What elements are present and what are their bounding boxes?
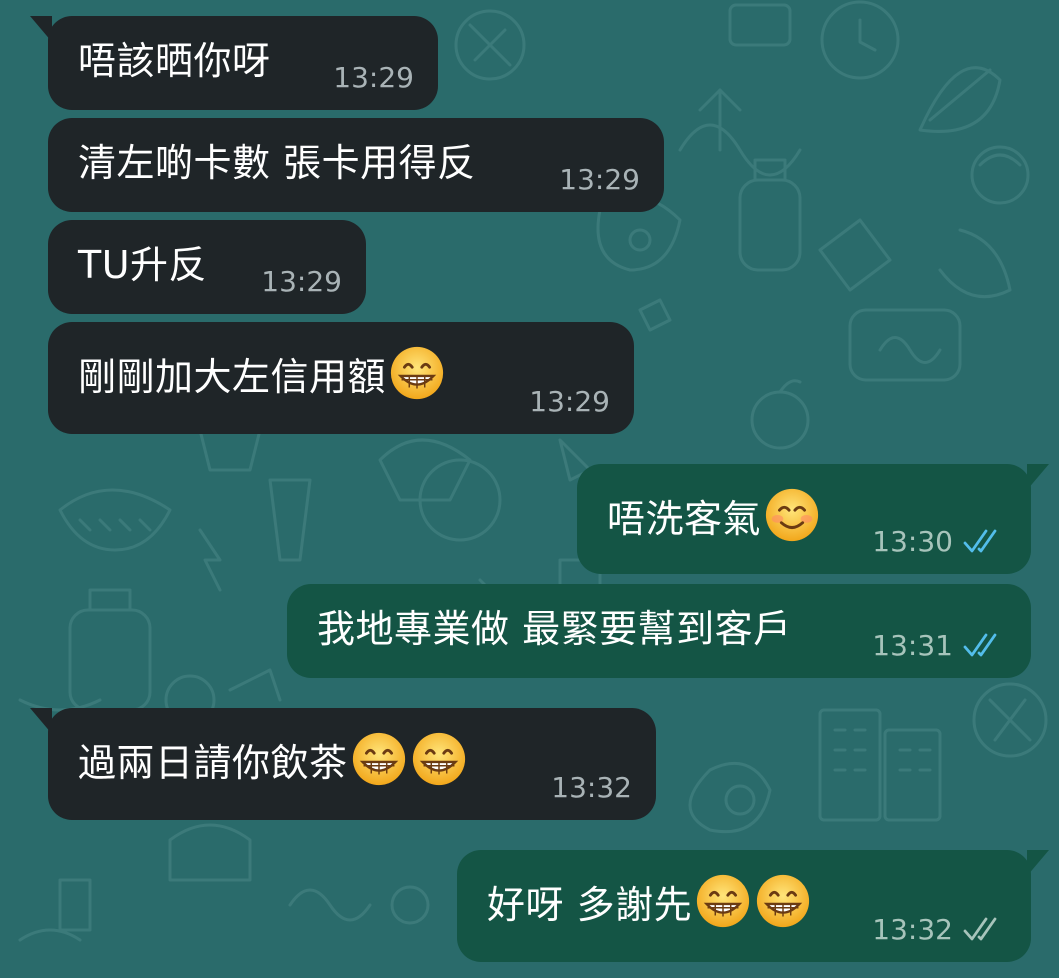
message-time: 13:29 — [559, 163, 640, 196]
smiling-face-emoji — [765, 488, 819, 542]
message-time: 13:30 — [872, 525, 953, 558]
message-bubble[interactable]: 唔洗客氣 13:30 — [577, 464, 1049, 574]
message-time: 13:29 — [529, 385, 610, 418]
message-text: 過兩日請你飲茶 — [78, 741, 348, 785]
message-time: 13:29 — [333, 61, 414, 94]
double-check-icon — [963, 529, 997, 552]
double-check-icon — [963, 917, 997, 940]
message-text: TU升反 — [78, 243, 208, 287]
message-meta: 13:31 — [872, 629, 1007, 662]
message-bubble[interactable]: TU升反 13:29 — [48, 220, 366, 314]
grinning-face-emoji — [696, 874, 750, 928]
message-meta: 13:29 — [559, 163, 640, 196]
message-text-row: 唔洗客氣 — [607, 486, 821, 544]
message-meta: 13:29 — [529, 385, 610, 418]
grinning-face-emoji — [412, 732, 465, 786]
message-text-row: 好呀 多謝先 — [487, 872, 812, 930]
message-text: 好呀 多謝先 — [487, 883, 693, 927]
bubble-tail — [30, 16, 52, 42]
message-meta: 13:29 — [333, 61, 414, 94]
double-check-icon — [963, 633, 997, 656]
message-text: 我地專業做 最緊要幫到客戶 — [317, 607, 792, 651]
bubble-tail — [1027, 850, 1049, 876]
message-bubble[interactable]: 剛剛加大左信用額 13:29 — [48, 322, 634, 434]
message-bubble[interactable]: 唔該晒你呀 13:29 — [30, 16, 438, 110]
message-bubble[interactable]: 我地專業做 最緊要幫到客戶 13:31 — [287, 584, 1031, 678]
grinning-face-emoji — [756, 874, 810, 928]
message-time: 13:31 — [872, 629, 953, 662]
message-time: 13:32 — [872, 913, 953, 946]
message-text-row: 過兩日請你飲茶 — [78, 730, 468, 788]
message-text: 唔洗客氣 — [607, 497, 762, 541]
grinning-face-emoji — [352, 732, 405, 786]
message-time: 13:32 — [551, 771, 632, 804]
message-text: 清左啲卡數 張卡用得反 — [78, 141, 476, 185]
message-time: 13:29 — [261, 265, 342, 298]
message-text-row: 剛剛加大左信用額 — [78, 344, 446, 402]
message-bubble[interactable]: 清左啲卡數 張卡用得反 13:29 — [48, 118, 664, 212]
message-meta: 13:29 — [261, 265, 342, 298]
message-text: 剛剛加大左信用額 — [78, 355, 387, 399]
message-bubble[interactable]: 好呀 多謝先 13:32 — [457, 850, 1049, 962]
message-meta: 13:30 — [872, 525, 1007, 558]
message-bubble[interactable]: 過兩日請你飲茶 13:32 — [30, 708, 656, 820]
bubble-tail — [1027, 464, 1049, 490]
bubble-tail — [30, 708, 52, 734]
message-text: 唔該晒你呀 — [78, 39, 271, 83]
grinning-face-emoji — [390, 346, 444, 400]
message-meta: 13:32 — [551, 771, 632, 804]
message-meta: 13:32 — [872, 913, 1007, 946]
